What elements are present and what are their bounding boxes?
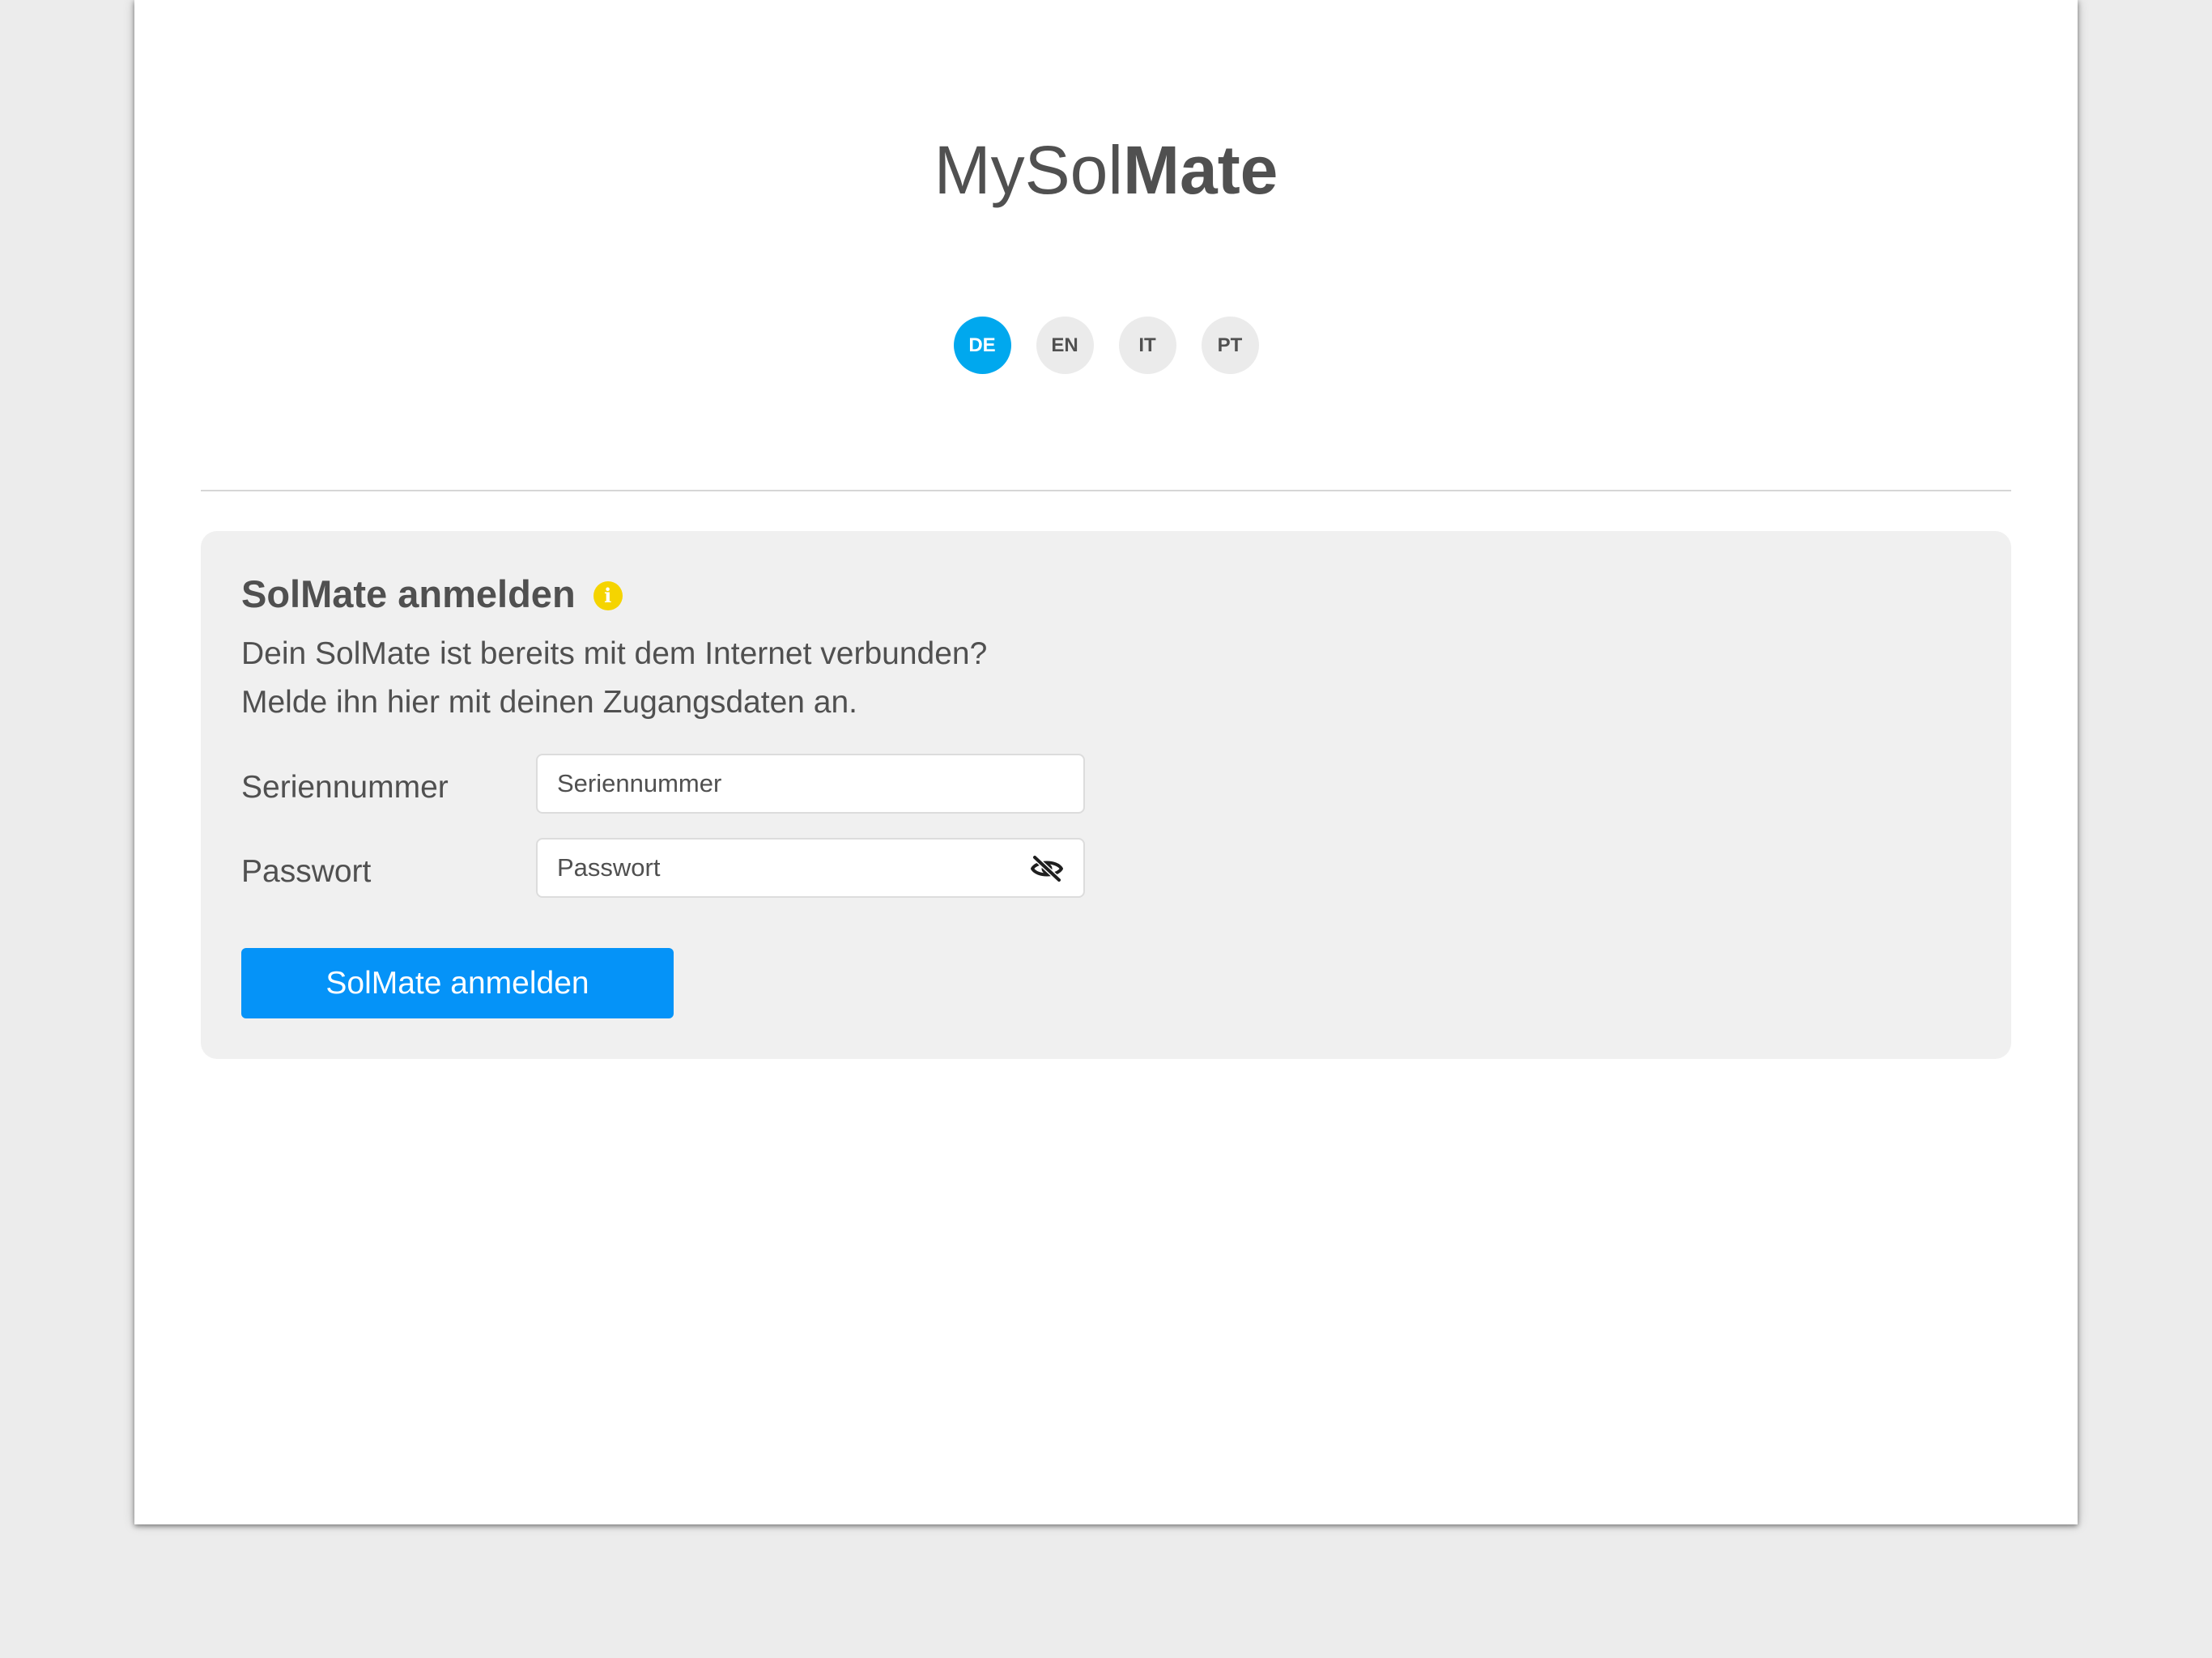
language-selector: DE EN IT PT <box>134 317 2078 374</box>
login-card: SolMate anmelden i Dein SolMate ist bere… <box>201 531 2011 1059</box>
serial-number-label: Seriennummer <box>241 770 449 805</box>
login-submit-button[interactable]: SolMate anmelden <box>241 948 674 1018</box>
language-button-en[interactable]: EN <box>1036 317 1094 374</box>
password-input[interactable] <box>538 840 1010 896</box>
logo-text-bold: Mate <box>1123 132 1278 208</box>
login-title: SolMate anmelden i <box>241 570 623 619</box>
main-page: MySolMate DE EN IT PT SolMate anmelden i… <box>134 0 2078 1524</box>
app-logo: MySolMate <box>134 125 2078 215</box>
language-button-de[interactable]: DE <box>953 317 1011 374</box>
logo-text-light: MySol <box>934 132 1123 208</box>
serial-number-field <box>536 754 1085 814</box>
divider <box>201 490 2011 491</box>
description-line-2: Melde ihn hier mit deinen Zugangsdaten a… <box>241 685 857 720</box>
eye-slash-icon[interactable] <box>1030 855 1064 882</box>
language-button-pt[interactable]: PT <box>1201 317 1259 374</box>
login-title-text: SolMate anmelden <box>241 572 576 615</box>
serial-number-input[interactable] <box>538 755 1010 812</box>
info-icon[interactable]: i <box>593 581 623 610</box>
password-field <box>536 838 1085 898</box>
description-line-1: Dein SolMate ist bereits mit dem Interne… <box>241 636 988 671</box>
password-label: Passwort <box>241 854 372 889</box>
language-button-it[interactable]: IT <box>1118 317 1176 374</box>
login-description: Dein SolMate ist bereits mit dem Interne… <box>241 630 987 727</box>
